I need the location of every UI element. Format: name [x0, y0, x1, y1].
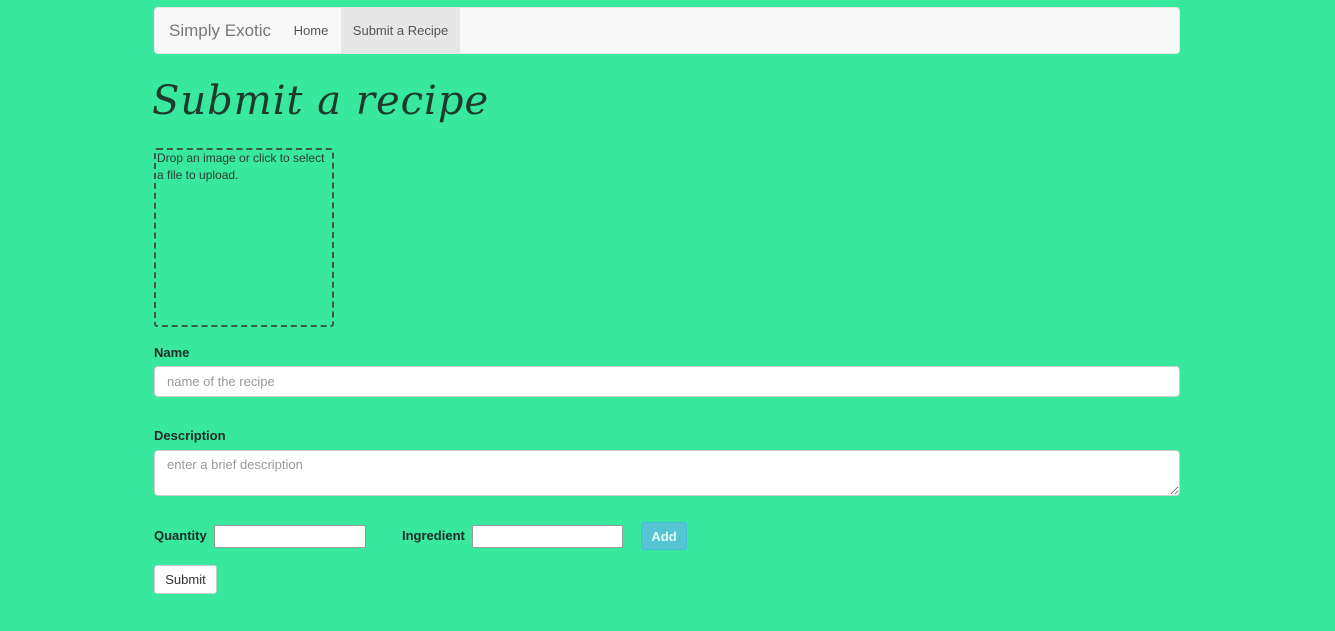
ingredient-label: Ingredient: [402, 528, 465, 543]
description-label: Description: [154, 428, 226, 443]
nav-item-submit-recipe[interactable]: Submit a Recipe: [341, 8, 460, 53]
name-label: Name: [154, 345, 190, 360]
dropzone-text: Drop an image or click to select a file …: [157, 151, 325, 182]
quantity-label: Quantity: [154, 528, 207, 543]
page-title: Submit a recipe: [152, 78, 490, 124]
description-textarea[interactable]: [154, 450, 1180, 496]
ingredient-input[interactable]: [472, 525, 623, 548]
brand-link[interactable]: Simply Exotic: [169, 8, 271, 53]
submit-button[interactable]: Submit: [154, 565, 217, 594]
image-dropzone[interactable]: Drop an image or click to select a file …: [154, 148, 334, 327]
add-ingredient-button[interactable]: Add: [641, 522, 687, 550]
nav-item-home[interactable]: Home: [281, 8, 341, 53]
quantity-input[interactable]: [214, 525, 366, 548]
top-navbar: Simply Exotic Home Submit a Recipe: [154, 7, 1180, 54]
recipe-name-input[interactable]: [154, 366, 1180, 397]
